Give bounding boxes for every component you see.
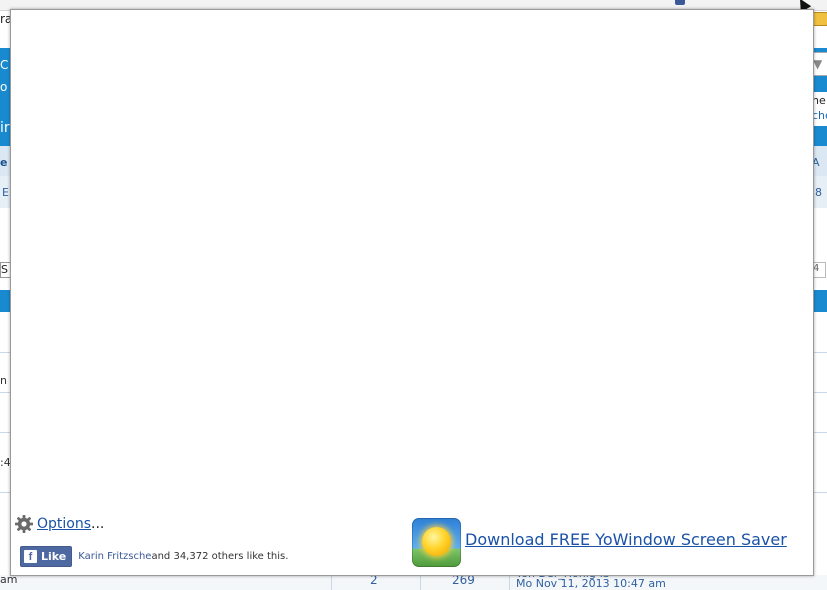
column-divider [420, 575, 421, 590]
options-row: Options... [14, 514, 104, 534]
info-row-left[interactable]: E [2, 186, 9, 199]
facebook-icon[interactable] [675, 0, 685, 5]
pagination-page[interactable]: 4 [812, 262, 826, 278]
options-link[interactable]: Options [37, 516, 91, 532]
yowindow-popup: Options... f Like Karin Fritzsche and 34… [10, 9, 814, 576]
column-divider [331, 575, 332, 590]
sun-icon [422, 527, 451, 556]
last-post-date: Mo Nov 11, 2013 10:47 am [516, 577, 666, 590]
options-ellipsis: ... [91, 516, 105, 532]
like-label: Like [41, 550, 67, 563]
header-text-3: ir [0, 120, 10, 136]
header-text-2: o [0, 80, 8, 94]
info-row-right[interactable]: 8 [815, 186, 822, 199]
forum-select[interactable]: ▼ [812, 52, 827, 76]
download-screensaver-link[interactable]: Download FREE YoWindow Screen Saver [465, 530, 787, 549]
right-text-1: he [812, 94, 826, 107]
like-count-text: and 34,372 others like this. [151, 551, 289, 562]
friend-name-link[interactable]: Karin Fritzsche [78, 551, 151, 562]
right-text-2[interactable]: che [812, 109, 827, 122]
facebook-icon: f [24, 550, 37, 563]
table-row: am 2 269 Yoh Der_Honig-lb Mo Nov 11, 201… [0, 567, 827, 590]
facebook-like-widget: f Like Karin Fritzsche and 34,372 others… [20, 546, 288, 567]
facebook-like-button[interactable]: f Like [20, 546, 73, 567]
side-text: n [0, 374, 7, 387]
folder-icon[interactable] [812, 12, 827, 26]
header-right-panel: he che [812, 92, 827, 126]
header-text-1: C [0, 58, 9, 72]
nav-row-left[interactable]: e [0, 156, 7, 169]
column-divider [509, 575, 510, 590]
gear-icon[interactable] [14, 514, 34, 534]
yowindow-sun-icon[interactable] [412, 518, 461, 567]
chevron-down-icon: ▼ [813, 57, 823, 71]
